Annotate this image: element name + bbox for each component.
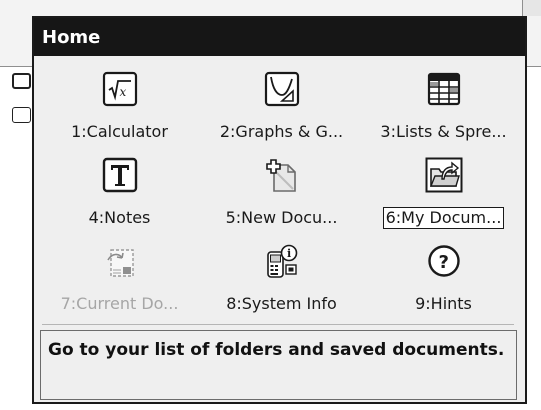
menu-item-label: 5:New Docu... (225, 208, 338, 227)
menu-item-new-document[interactable]: 5:New Docu... (205, 148, 358, 234)
hint-description: Go to your list of folders and saved doc… (40, 330, 517, 400)
hint-text: Go to your list of folders and saved doc… (48, 340, 505, 360)
background-document-icon[interactable] (12, 107, 31, 123)
menu-item-system-info[interactable]: i 8:System Info (205, 234, 358, 320)
home-menu-grid: x 1:Calculator 2:Graphs & G... 3:Lists &… (34, 62, 525, 320)
menu-item-label: 8:System Info (226, 294, 337, 313)
menu-item-label: 9:Hints (415, 294, 472, 313)
home-menu-popup: Home x 1:Calculator 2:Graphs & G... 3:Li… (32, 16, 527, 404)
system-info-icon: i (264, 242, 300, 280)
menu-item-label: 2:Graphs & G... (219, 122, 344, 141)
menu-item-label: 6:My Docum... (382, 207, 505, 229)
calculator-icon: x (102, 70, 138, 108)
menu-item-current-document: 7:Current Do... (34, 234, 205, 320)
new-document-icon (264, 156, 300, 194)
menu-item-calculator[interactable]: x 1:Calculator (34, 62, 205, 148)
my-documents-icon (425, 156, 463, 194)
menu-item-label: 4:Notes (88, 208, 151, 227)
svg-text:x: x (119, 85, 126, 99)
popup-divider (42, 324, 514, 325)
menu-item-notes[interactable]: 4:Notes (34, 148, 205, 234)
svg-text:?: ? (438, 252, 448, 273)
menu-item-graphs[interactable]: 2:Graphs & G... (205, 62, 358, 148)
current-document-icon (102, 242, 138, 280)
graphs-icon (264, 70, 300, 108)
background-folder-icon[interactable] (12, 73, 31, 89)
menu-item-label: 7:Current Do... (60, 294, 179, 313)
menu-item-my-documents[interactable]: 6:My Docum... (358, 148, 525, 234)
popup-title-bar: Home (34, 18, 525, 56)
hints-icon: ? (426, 242, 462, 280)
popup-title: Home (42, 26, 101, 48)
menu-item-label: 1:Calculator (71, 122, 168, 141)
spreadsheet-icon (426, 70, 462, 108)
background-scroll-corner (522, 0, 541, 16)
menu-item-label: 3:Lists & Spre... (380, 122, 507, 141)
menu-item-hints[interactable]: ? 9:Hints (358, 234, 525, 320)
menu-item-lists-spreadsheet[interactable]: 3:Lists & Spre... (358, 62, 525, 148)
notes-icon (102, 156, 138, 194)
svg-text:i: i (287, 247, 291, 260)
